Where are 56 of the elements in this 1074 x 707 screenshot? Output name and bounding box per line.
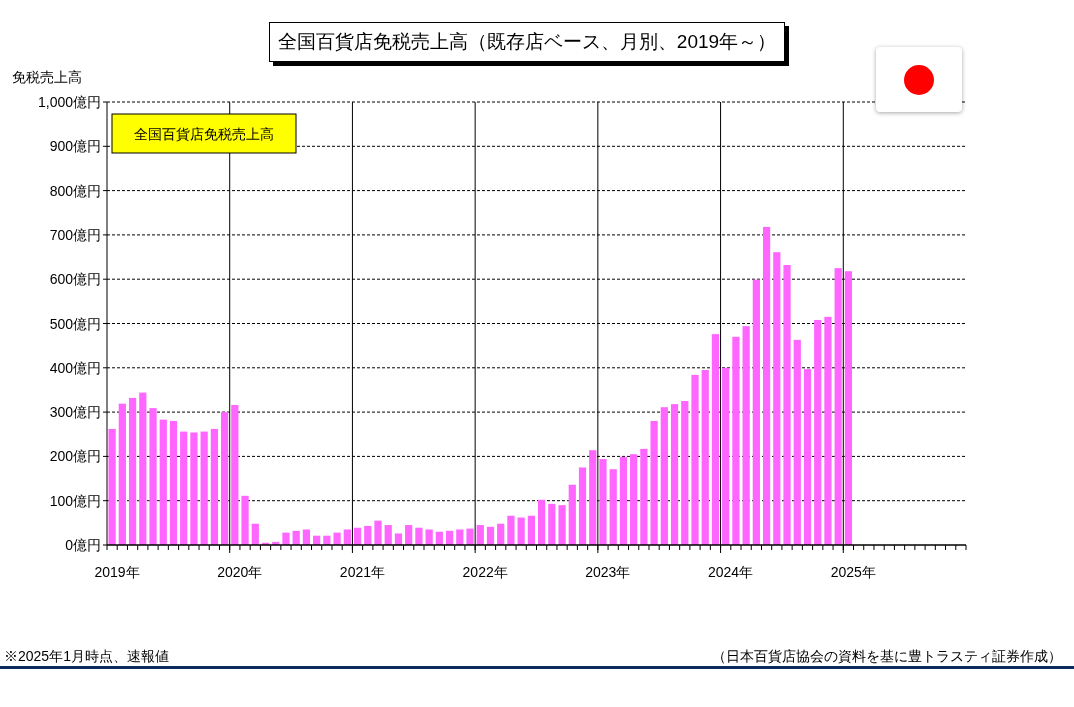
y-tick-label: 500億円 <box>49 315 101 332</box>
sales-bar <box>241 495 249 545</box>
sales-bar <box>333 532 341 545</box>
y-tick-label: 400億円 <box>49 359 101 376</box>
sales-bar <box>538 499 546 545</box>
sales-bar <box>353 527 362 545</box>
y-tick-label: 800億円 <box>49 182 101 199</box>
x-tick-label: 2024年 <box>708 564 754 580</box>
sales-bar <box>261 542 270 545</box>
legend-box: 全国百貨店免税売上高 <box>111 113 297 154</box>
sales-bar <box>394 533 403 545</box>
sales-bar <box>486 526 495 545</box>
y-tick-label: 100億円 <box>49 492 101 509</box>
y-tick-label: 200億円 <box>49 448 101 465</box>
y-tick-label: 600億円 <box>49 271 101 288</box>
sales-bar <box>497 523 505 545</box>
source-note: （日本百貨店協会の資料を基に豊トラスティ証券作成） <box>712 647 1063 665</box>
sales-bar <box>476 525 484 545</box>
sales-bar <box>343 529 351 545</box>
x-tick-label: 2022年 <box>462 564 508 580</box>
sales-bar <box>313 535 321 545</box>
sales-bar <box>302 529 310 545</box>
sales-bar <box>456 529 464 545</box>
sales-bar <box>384 525 392 545</box>
x-tick-label: 2023年 <box>585 564 631 580</box>
sales-bar <box>507 515 515 545</box>
y-tick-label: 700億円 <box>49 226 101 243</box>
sales-bar <box>445 530 454 545</box>
sales-bar <box>466 528 474 545</box>
x-tick-label: 2025年 <box>830 564 876 580</box>
sales-bar <box>527 515 535 545</box>
sales-bar <box>374 520 382 545</box>
sales-bar <box>292 530 300 545</box>
sales-bar <box>415 527 423 545</box>
y-tick-label: 1,000億円 <box>37 94 101 110</box>
y-axis-title: 免税売上高 <box>12 69 82 85</box>
sales-bar <box>364 525 372 545</box>
sales-bar <box>323 535 331 545</box>
y-tick-label: 300億円 <box>49 404 101 421</box>
japan-flag-icon <box>904 64 934 95</box>
sales-bar <box>568 484 576 545</box>
sales-bar <box>558 505 566 545</box>
x-tick-label: 2020年 <box>217 564 263 580</box>
x-tick-label: 2021年 <box>339 564 385 580</box>
x-tick-label: 2019年 <box>94 564 140 580</box>
sales-bar <box>405 525 413 545</box>
sales-bar <box>548 503 556 545</box>
footnote: ※2025年1月時点、速報値 <box>4 647 169 665</box>
sales-bar <box>251 523 259 545</box>
y-tick-label: 900億円 <box>49 138 101 155</box>
sales-bar <box>517 517 525 545</box>
sales-bar <box>425 529 433 545</box>
y-tick-label: 0億円 <box>65 537 101 553</box>
sales-bar <box>435 531 443 545</box>
sales-bar <box>272 541 280 545</box>
sales-bar <box>282 532 290 545</box>
